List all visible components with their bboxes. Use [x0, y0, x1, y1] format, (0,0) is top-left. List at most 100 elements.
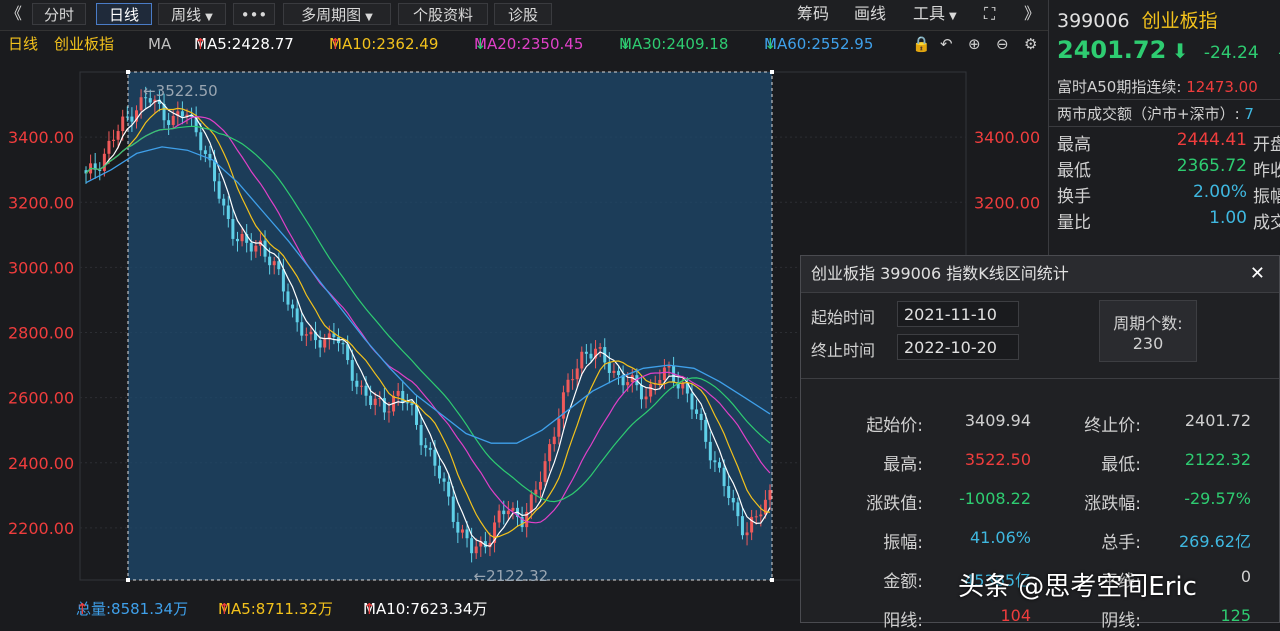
- candle-body: [584, 351, 588, 354]
- stat-value: 269.62亿: [1179, 532, 1251, 551]
- candle-body: [286, 291, 290, 305]
- period-count-label: 周期个数:: [1113, 314, 1183, 333]
- stat-label: 涨跌值:: [866, 494, 923, 514]
- fullscreen-icon[interactable]: ⛶: [984, 3, 995, 25]
- ma5-text: MA5:2428.77: [194, 35, 294, 53]
- candle-body: [667, 365, 671, 368]
- quote-stat-value: 2365.72: [1176, 156, 1247, 176]
- diagnose-button[interactable]: 诊股: [494, 3, 552, 25]
- end-time-field[interactable]: 2022-10-20: [897, 334, 1019, 360]
- candle-body: [538, 481, 542, 490]
- candle-body: [323, 339, 327, 348]
- candle-body: [754, 516, 758, 518]
- draw-button[interactable]: 画线: [854, 3, 886, 25]
- candle-body: [548, 444, 552, 462]
- stat-label: 涨跌幅:: [1084, 494, 1141, 514]
- quote-stat-row: 最高 2444.41 开盘: [1057, 130, 1280, 155]
- stat-label: 阴线:: [1101, 611, 1141, 631]
- candle-body: [428, 447, 432, 450]
- stat-label: 起始价:: [866, 416, 923, 436]
- tab-weekly-label: 周线: [171, 6, 202, 24]
- tab-weekly[interactable]: 周线 ▼: [158, 3, 226, 25]
- stat-label: 最低:: [1101, 455, 1141, 475]
- candle-body: [112, 139, 116, 141]
- candle-body: [295, 308, 299, 323]
- arrow-up-icon: ↑: [76, 600, 89, 618]
- gear-icon[interactable]: ⚙: [1024, 31, 1037, 57]
- period-count-value: 230: [1132, 334, 1164, 353]
- candle-body: [704, 420, 708, 442]
- a50-value: 12473.00: [1186, 78, 1258, 96]
- ma20-text: MA20:2350.45: [474, 35, 584, 53]
- lock-icon[interactable]: 🔒: [912, 31, 931, 57]
- quote-stat-value: 1.00: [1209, 208, 1247, 228]
- chevron-down-icon: ▼: [949, 11, 957, 22]
- stat-value: 2401.72: [1184, 411, 1251, 430]
- turnover-label: 两市成交额（沪市+深市）:: [1057, 105, 1240, 123]
- tools-button[interactable]: 工具 ▼: [913, 3, 957, 25]
- more-button[interactable]: •••: [233, 3, 275, 25]
- candle-body: [460, 529, 464, 533]
- multi-period-button[interactable]: 多周期图 ▼: [283, 3, 391, 25]
- quote-change: -24.24: [1203, 43, 1259, 63]
- index-name-label: 创业板指: [54, 35, 115, 53]
- candle-body: [304, 334, 308, 336]
- ma-label[interactable]: MA: [148, 31, 171, 57]
- zoom-out-icon[interactable]: ⊖: [996, 31, 1009, 57]
- chips-button[interactable]: 筹码: [797, 3, 829, 25]
- candle-body: [318, 340, 322, 348]
- candle-body: [277, 261, 281, 270]
- candle-body: [107, 140, 111, 154]
- candle-body: [745, 532, 749, 536]
- dialog-title-bar: 创业板指 399006 指数K线区间统计 ✕: [801, 256, 1279, 293]
- candle-body: [759, 514, 763, 517]
- candle-body: [180, 111, 184, 117]
- quote-stat-value: 2.00%: [1192, 182, 1247, 202]
- tab-intraday[interactable]: 分时: [32, 3, 86, 25]
- quote-stat-row: 量比 1.00 成交: [1057, 208, 1280, 233]
- candle-body: [713, 460, 717, 463]
- candle-body: [534, 489, 538, 495]
- candle-body: [203, 150, 207, 154]
- candle-body: [213, 160, 217, 182]
- candle-body: [254, 245, 258, 252]
- candle-body: [102, 153, 106, 171]
- candle-body: [373, 398, 377, 406]
- start-time-label: 起始时间: [811, 308, 876, 327]
- candle-body: [589, 353, 593, 359]
- zoom-in-icon[interactable]: ⊕: [968, 31, 981, 57]
- arrow-down-icon: ↓: [474, 35, 487, 53]
- quote-stat-tail: 振幅: [1253, 187, 1280, 207]
- candle-body: [167, 120, 171, 125]
- candle-body: [199, 132, 203, 151]
- tab-daily[interactable]: 日线: [96, 3, 152, 25]
- ma30-text: MA30:2409.18: [619, 35, 729, 53]
- stat-value: 125: [1220, 606, 1251, 625]
- y-tick-label: 2800.00: [8, 324, 74, 343]
- forward-button[interactable]: 》: [1024, 3, 1040, 25]
- quote-stat-value: 2444.41: [1176, 130, 1247, 150]
- close-icon[interactable]: ✕: [1250, 256, 1265, 292]
- candle-body: [369, 395, 373, 406]
- y-tick-label: 3200.00: [8, 193, 74, 212]
- candle-body: [240, 233, 244, 242]
- quote-price-row: 2401.72 ⬇ -24.24 -1: [1057, 36, 1280, 64]
- stock-info-button[interactable]: 个股资料: [398, 3, 488, 25]
- ma60-text: MA60:2552.95: [764, 35, 874, 53]
- undo-icon[interactable]: ↶: [940, 31, 953, 57]
- stat-value: 3522.50: [964, 450, 1031, 469]
- candle-body: [529, 494, 533, 512]
- quote-price: 2401.72: [1057, 36, 1167, 64]
- candle-body: [364, 385, 368, 396]
- selection-handle: [770, 70, 774, 74]
- y-tick-label: 3400.00: [8, 128, 74, 147]
- candle-body: [607, 362, 611, 373]
- right-y-tick-label: 3400.00: [974, 128, 1040, 147]
- candle-body: [465, 529, 469, 539]
- candle-body: [681, 383, 685, 389]
- chevron-down-icon: ▼: [365, 12, 373, 23]
- quote-stat-tail: 成交: [1253, 213, 1280, 233]
- start-time-field[interactable]: 2021-11-10: [897, 301, 1019, 327]
- back-button[interactable]: 《: [6, 3, 22, 25]
- candle-body: [451, 496, 455, 522]
